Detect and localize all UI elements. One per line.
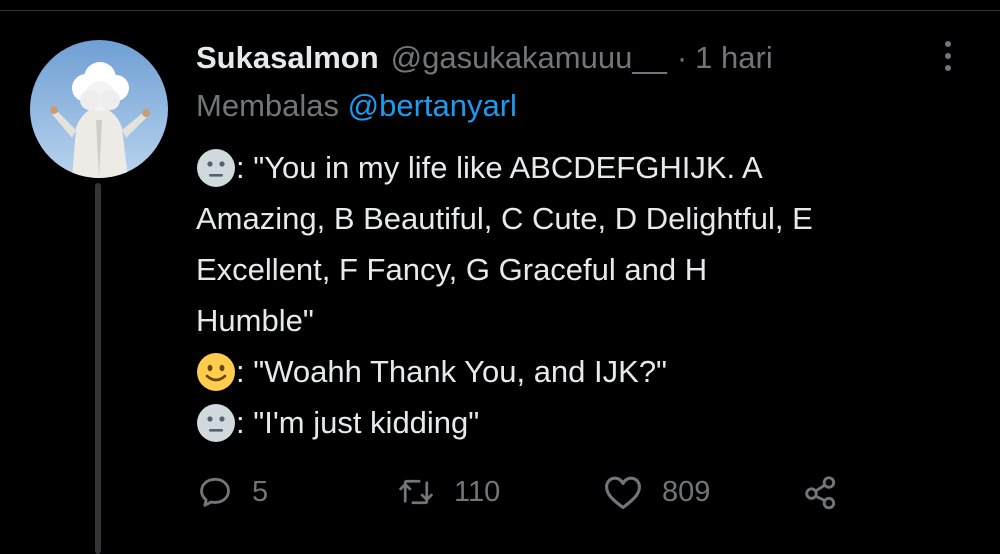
reply-icon bbox=[200, 477, 230, 507]
text-line: Excellent, F Fancy, G Graceful and H bbox=[196, 244, 976, 295]
reply-mention-link[interactable]: @bertanyarl bbox=[348, 88, 517, 123]
avatar[interactable] bbox=[30, 40, 168, 178]
text-line-content: : "You in my life like ABCDEFGHIJK. A bbox=[236, 150, 763, 185]
neutral-face-icon bbox=[197, 403, 235, 442]
thread-line bbox=[95, 183, 101, 554]
text-line: Humble" bbox=[196, 295, 976, 346]
tweet-actions: 5 110 809 bbox=[196, 470, 840, 514]
reply-context: Membalas @bertanyarl bbox=[196, 88, 517, 128]
text-line: : "You in my life like ABCDEFGHIJK. A bbox=[196, 142, 976, 193]
tweet-text: : "You in my life like ABCDEFGHIJK. A Am… bbox=[196, 142, 976, 448]
text-line: : "Woahh Thank You, and IJK?" bbox=[196, 346, 976, 397]
smiling-face-icon bbox=[197, 352, 235, 391]
reply-prefix: Membalas bbox=[196, 88, 339, 123]
display-name[interactable]: Sukasalmon bbox=[196, 40, 379, 76]
username-handle[interactable]: @gasukakamuuu__ bbox=[391, 40, 667, 76]
text-line-content: : "Woahh Thank You, and IJK?" bbox=[236, 354, 668, 389]
timestamp[interactable]: 1 hari bbox=[695, 40, 773, 76]
retweet-icon bbox=[399, 479, 433, 505]
text-line: : "I'm just kidding" bbox=[196, 397, 976, 448]
more-options-icon[interactable] bbox=[930, 36, 966, 76]
retweet-button[interactable]: 110 bbox=[396, 473, 602, 511]
like-icon bbox=[605, 476, 641, 510]
text-line-content: Excellent, F Fancy, G Graceful and H bbox=[196, 252, 708, 287]
reply-button[interactable]: 5 bbox=[196, 473, 396, 511]
tweet-header: Sukasalmon @gasukakamuuu__ · 1 hari bbox=[196, 36, 773, 80]
neutral-face-icon bbox=[197, 148, 235, 187]
share-button[interactable] bbox=[802, 473, 840, 511]
text-line-content: Amazing, B Beautiful, C Cute, D Delightf… bbox=[196, 201, 813, 236]
text-line: Amazing, B Beautiful, C Cute, D Delightf… bbox=[196, 193, 976, 244]
like-count: 809 bbox=[662, 475, 711, 508]
share-icon bbox=[805, 476, 836, 510]
text-line-content: Humble" bbox=[196, 303, 314, 338]
top-divider bbox=[0, 0, 1000, 11]
reply-count: 5 bbox=[252, 475, 269, 508]
retweet-count: 110 bbox=[454, 475, 501, 508]
like-button[interactable]: 809 bbox=[602, 473, 802, 511]
separator-dot: · bbox=[676, 40, 688, 75]
text-line-content: : "I'm just kidding" bbox=[236, 405, 480, 440]
avatar-image bbox=[30, 40, 168, 178]
